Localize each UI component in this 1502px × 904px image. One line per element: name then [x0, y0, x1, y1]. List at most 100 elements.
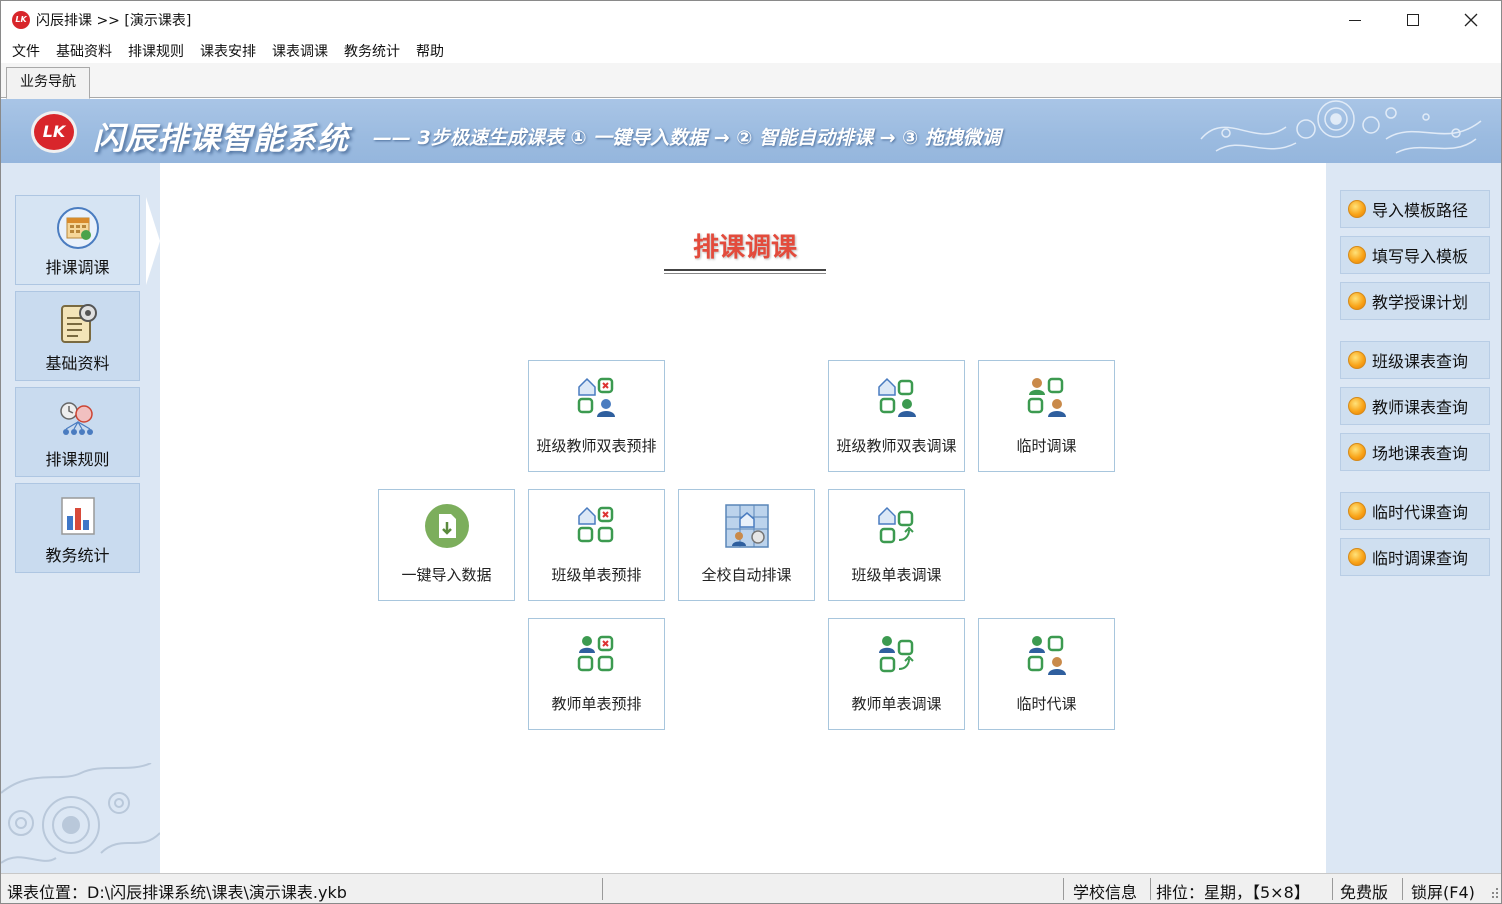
floral-ornament-icon [1200, 100, 1482, 154]
nav-item-academic-stats[interactable]: 教务统计 [15, 483, 140, 573]
tile-label: 教师单表预排 [551, 695, 642, 713]
edition-badge: 免费版 [1340, 883, 1389, 902]
menu-bar: 文件 基础资料 排课规则 课表安排 课表调课 教务统计 帮助 [1, 39, 1501, 63]
lock-screen-button[interactable]: 锁屏(F4) [1411, 879, 1475, 903]
status-divider [1332, 878, 1333, 900]
menu-academic-stats[interactable]: 教务统计 [336, 39, 408, 63]
nav-item-label: 排课调课 [45, 258, 110, 277]
teacher-timetable-query-button[interactable]: 教师课表查询 [1340, 387, 1490, 425]
orange-orb-icon [1348, 548, 1366, 566]
minimize-button[interactable] [1326, 1, 1384, 39]
tile-label: 临时调课 [1016, 437, 1077, 455]
banner-title: 闪辰排课智能系统 [93, 121, 349, 157]
nav-item-basic-data[interactable]: 基础资料 [15, 291, 140, 381]
tile-label: 班级单表调课 [851, 566, 942, 584]
orange-orb-icon [1348, 443, 1366, 461]
person-grid-swap-icon [878, 636, 914, 673]
button-label: 导入模板路径 [1372, 201, 1469, 220]
maximize-button[interactable] [1384, 1, 1442, 39]
title-bar: LK 闪辰排课 >> [演示课表] [1, 1, 1501, 39]
nav-item-rules[interactable]: 排课规则 [15, 387, 140, 477]
button-label: 场地课表查询 [1372, 444, 1469, 463]
main-panel: 排课调课 班级教师双表预排 班级教师双表调课 临时调课 一键导入数据 班级单表预… [160, 163, 1326, 873]
button-label: 教师课表查询 [1372, 398, 1469, 417]
status-bar: 课表位置：D:\闪辰排课系统\课表\演示课表.ykb 学校信息 排位：星期，【5… [1, 873, 1501, 903]
button-label: 临时代课查询 [1372, 503, 1469, 522]
tile-label: 一键导入数据 [401, 566, 492, 584]
people-grid-icon [1027, 635, 1066, 675]
menu-timetable-arrange[interactable]: 课表安排 [192, 39, 264, 63]
house-grid-pin-icon [577, 506, 613, 543]
school-info-link[interactable]: 学校信息 [1073, 879, 1137, 903]
tile-label: 班级教师双表预排 [536, 437, 657, 455]
house-grid-person-icon [877, 377, 916, 417]
orange-orb-icon [1348, 246, 1366, 264]
person-grid-pin-icon [577, 635, 613, 672]
menu-basic-data[interactable]: 基础资料 [48, 39, 120, 63]
orange-orb-icon [1348, 502, 1366, 520]
tile-school-auto-arrange[interactable]: 全校自动排课 [678, 489, 815, 601]
menu-help[interactable]: 帮助 [408, 39, 452, 63]
tile-temporary-substitute[interactable]: 临时代课 [978, 618, 1115, 730]
tile-teacher-single-prearrange[interactable]: 教师单表预排 [528, 618, 665, 730]
close-icon [1464, 13, 1478, 27]
teaching-plan-button[interactable]: 教学授课计划 [1340, 282, 1490, 320]
status-divider [1150, 878, 1151, 900]
nav-item-label: 排课规则 [45, 450, 110, 469]
banner: LK 闪辰排课智能系统 —— 3步极速生成课表 ① 一键导入数据 → ② 智能自… [1, 99, 1501, 163]
fill-import-template-button[interactable]: 填写导入模板 [1340, 236, 1490, 274]
brand-logo-icon: LK [31, 111, 77, 153]
app-logo-icon: LK [12, 11, 30, 29]
orange-orb-icon [1348, 200, 1366, 218]
tile-class-teacher-dual-adjust[interactable]: 班级教师双表调课 [828, 360, 965, 472]
nav-item-label: 基础资料 [45, 354, 110, 373]
import-file-icon [424, 504, 469, 548]
orange-orb-icon [1348, 351, 1366, 369]
temporary-adjust-query-button[interactable]: 临时调课查询 [1340, 538, 1490, 576]
auto-schedule-icon [724, 504, 769, 548]
class-timetable-query-button[interactable]: 班级课表查询 [1340, 341, 1490, 379]
title-underline [664, 269, 826, 271]
button-label: 临时调课查询 [1372, 549, 1469, 568]
tile-label: 全校自动排课 [701, 566, 792, 584]
tile-label: 班级教师双表调课 [836, 437, 957, 455]
menu-scheduling-rules[interactable]: 排课规则 [120, 39, 192, 63]
nav-item-label: 教务统计 [45, 546, 110, 565]
schedule-calendar-icon [56, 207, 99, 249]
tile-class-single-adjust[interactable]: 班级单表调课 [828, 489, 965, 601]
document-gear-icon [60, 304, 97, 343]
button-label: 班级课表查询 [1372, 352, 1469, 371]
close-button[interactable] [1442, 1, 1500, 39]
tile-label: 教师单表调课 [851, 695, 942, 713]
button-label: 填写导入模板 [1372, 247, 1469, 266]
title-underline [664, 273, 826, 274]
tab-business-navigation[interactable]: 业务导航 [6, 67, 90, 99]
bar-chart-icon [60, 497, 95, 535]
nav-item-scheduling[interactable]: 排课调课 [15, 195, 140, 285]
timetable-path: 课表位置：D:\闪辰排课系统\课表\演示课表.ykb [7, 883, 347, 902]
button-label: 教学授课计划 [1372, 293, 1469, 312]
maximize-icon [1407, 14, 1419, 26]
tile-label: 临时代课 [1016, 695, 1077, 713]
tile-class-teacher-dual-prearrange[interactable]: 班级教师双表预排 [528, 360, 665, 472]
banner-slogan: —— 3步极速生成课表 ① 一键导入数据 → ② 智能自动排课 → ③ 拖拽微调 [373, 127, 1001, 149]
orange-orb-icon [1348, 397, 1366, 415]
substitute-query-button[interactable]: 临时代课查询 [1340, 492, 1490, 530]
tile-one-click-import[interactable]: 一键导入数据 [378, 489, 515, 601]
house-grid-swap-icon [877, 506, 914, 544]
left-sidebar: 排课调课 基础资料 排课规则 教务统计 [1, 163, 160, 873]
tile-teacher-single-adjust[interactable]: 教师单表调课 [828, 618, 965, 730]
tile-temporary-adjust[interactable]: 临时调课 [978, 360, 1115, 472]
active-indicator-arrow [146, 197, 160, 285]
import-template-path-button[interactable]: 导入模板路径 [1340, 190, 1490, 228]
venue-timetable-query-button[interactable]: 场地课表查询 [1340, 433, 1490, 471]
menu-file[interactable]: 文件 [4, 39, 48, 63]
rules-network-icon [59, 402, 93, 435]
tile-class-single-prearrange[interactable]: 班级单表预排 [528, 489, 665, 601]
menu-timetable-adjust[interactable]: 课表调课 [264, 39, 336, 63]
resize-grip-icon[interactable] [1489, 886, 1499, 900]
tile-label: 班级单表预排 [551, 566, 642, 584]
orange-orb-icon [1348, 292, 1366, 310]
page-title: 排课调课 [692, 233, 797, 263]
status-divider [602, 878, 603, 900]
